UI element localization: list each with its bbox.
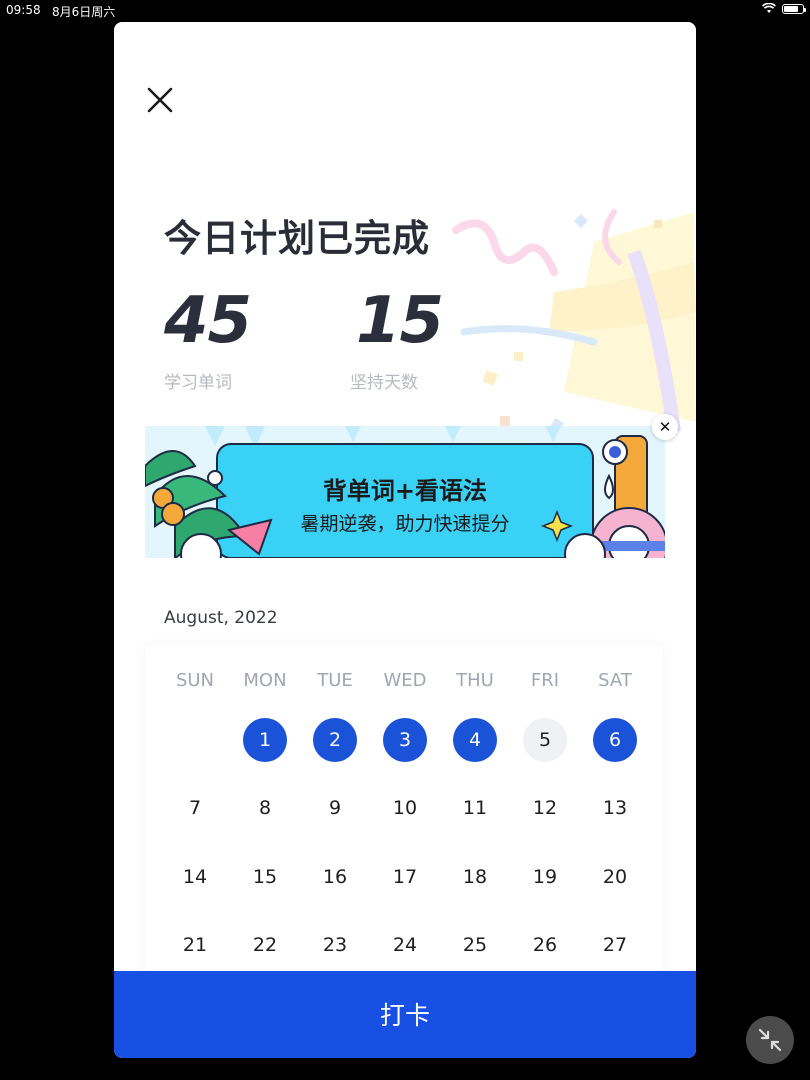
weekday-header: SUN MON TUE WED THU FRI SAT: [145, 659, 663, 709]
calendar-day[interactable]: 24: [383, 923, 427, 967]
status-bar: 09:58 8月6日周六: [0, 0, 810, 20]
page-title: 今日计划已完成: [164, 217, 430, 260]
calendar-month-label: August, 2022: [164, 608, 278, 628]
status-date: 8月6日周六: [52, 5, 116, 19]
checkin-button[interactable]: 打卡: [114, 971, 696, 1058]
calendar-day[interactable]: 4: [453, 718, 497, 762]
calendar-day[interactable]: 3: [383, 718, 427, 762]
calendar-week: 123456: [145, 718, 663, 768]
calendar-day[interactable]: 18: [453, 855, 497, 899]
calendar-day[interactable]: 8: [243, 786, 287, 830]
banner-headline: 背单词+看语法: [322, 477, 488, 505]
calendar-week: 14 15 16 17 18 19 20: [145, 855, 663, 905]
calendar-day[interactable]: 25: [453, 923, 497, 967]
banner-close-icon[interactable]: ✕: [652, 414, 678, 440]
checkin-calendar: SUN MON TUE WED THU FRI SAT 1 2 3 4 5 6 7 8 9 10 11 12 13 14…: [145, 645, 663, 975]
weekday-label: TUE: [317, 670, 353, 691]
calendar-day[interactable]: 13: [593, 786, 637, 830]
calendar-day[interactable]: 21: [173, 923, 217, 967]
banner-subline: 暑期逆袭，助力快速提分: [300, 513, 510, 535]
celebration-illustration: [452, 209, 696, 432]
weekday-label: SUN: [175, 670, 215, 691]
calendar-week: 21 22 23 24 25 26 27: [145, 923, 663, 973]
calendar-day[interactable]: 17: [383, 855, 427, 899]
battery-icon: [782, 3, 806, 14]
calendar-day[interactable]: 14: [173, 855, 217, 899]
weekday-label: THU: [456, 670, 494, 691]
calendar-day[interactable]: 7: [173, 786, 217, 830]
calendar-day[interactable]: 12: [523, 786, 567, 830]
weekday-label: FRI: [530, 670, 560, 691]
streak-days-label: 坚持天数: [350, 373, 418, 393]
calendar-day[interactable]: 10: [383, 786, 427, 830]
weekday-label: WED: [383, 670, 427, 691]
calendar-day[interactable]: 5: [523, 718, 567, 762]
calendar-day[interactable]: 15: [243, 855, 287, 899]
calendar-day[interactable]: 23: [313, 923, 357, 967]
weekday-label: SAT: [598, 670, 632, 691]
calendar-day[interactable]: 6: [593, 718, 637, 762]
calendar-day[interactable]: 26: [523, 923, 567, 967]
status-time: 09:58: [6, 3, 41, 17]
words-learned-label: 学习单词: [164, 373, 232, 393]
calendar-week: 7 8 9 10 11 12 13: [145, 786, 663, 836]
calendar-day[interactable]: 2: [313, 718, 357, 762]
streak-days-count: 15: [356, 284, 444, 358]
words-learned-count: 45: [164, 284, 252, 358]
calendar-day[interactable]: 19: [523, 855, 567, 899]
calendar-day[interactable]: 11: [453, 786, 497, 830]
wifi-icon: [762, 3, 776, 13]
calendar-day[interactable]: 20: [593, 855, 637, 899]
minimize-icon: [758, 1028, 782, 1052]
close-icon[interactable]: [146, 86, 174, 114]
calendar-day[interactable]: 22: [243, 923, 287, 967]
calendar-day[interactable]: 1: [243, 718, 287, 762]
minimize-button[interactable]: [746, 1016, 794, 1064]
completion-modal: 今日计划已完成 45 学习单词 15 坚持天数 ✕ 背单词+看语法 暑期逆袭，助…: [114, 22, 696, 1058]
weekday-label: MON: [243, 670, 287, 691]
calendar-day[interactable]: 9: [313, 786, 357, 830]
calendar-day[interactable]: 16: [313, 855, 357, 899]
calendar-day[interactable]: 27: [593, 923, 637, 967]
